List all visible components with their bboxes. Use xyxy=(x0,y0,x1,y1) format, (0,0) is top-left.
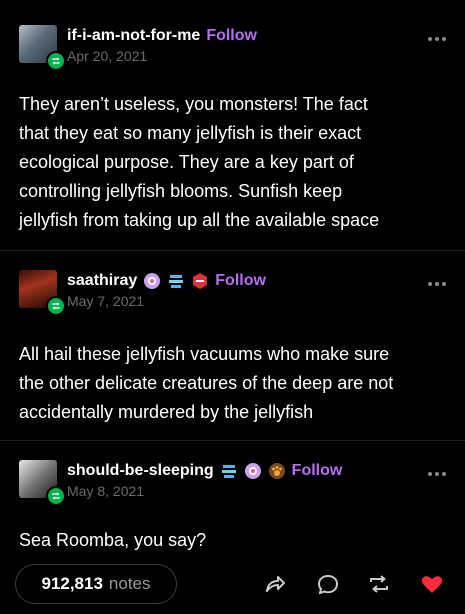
more-options-icon[interactable] xyxy=(428,37,446,41)
post-header: if-i-am-not-for-me Follow Apr 20, 2021 xyxy=(0,25,465,73)
text-line: that they eat so many jellyfish is their… xyxy=(19,123,362,143)
like-heart-icon[interactable] xyxy=(419,571,445,597)
text-line: All hail these jellyfish vacuums who mak… xyxy=(19,344,390,364)
divider xyxy=(0,440,465,441)
notes-button[interactable]: 912,813 notes xyxy=(15,564,177,604)
post-text: Sea Roomba, you say? xyxy=(19,526,439,555)
purple-flower-badge-icon[interactable] xyxy=(143,272,161,290)
text-line: accidentally murdered by the jellyfish xyxy=(19,402,314,422)
more-options-icon[interactable] xyxy=(428,282,446,286)
follow-button[interactable]: Follow xyxy=(215,272,266,290)
name-row: saathiray Follow xyxy=(67,270,266,292)
post-text: They aren’t useless, you monsters! The f… xyxy=(19,90,439,235)
post-date: Apr 20, 2021 xyxy=(67,48,148,64)
text-line: jellyfish from taking up all the availab… xyxy=(19,210,380,230)
post-1: if-i-am-not-for-me Follow Apr 20, 2021 T… xyxy=(0,25,465,230)
text-line: ecological purpose. They are a key part … xyxy=(19,152,354,172)
follow-button[interactable]: Follow xyxy=(292,462,343,480)
reblog-badge-icon xyxy=(46,296,66,316)
name-row: if-i-am-not-for-me Follow xyxy=(67,25,257,47)
text-line: controlling jellyfish blooms. Sunfish ke… xyxy=(19,181,343,201)
post-2: saathiray Follow May 7, 2021 All hail th… xyxy=(0,270,465,422)
post-text: All hail these jellyfish vacuums who mak… xyxy=(19,340,439,427)
blue-stack-badge-icon[interactable] xyxy=(167,272,185,290)
username[interactable]: saathiray xyxy=(67,272,137,290)
post-header: saathiray Follow May 7, 2021 xyxy=(0,270,465,318)
red-hexagon-badge-icon[interactable] xyxy=(191,272,209,290)
reblog-icon[interactable] xyxy=(366,571,392,597)
divider xyxy=(0,250,465,251)
notes-label: notes xyxy=(108,574,151,593)
name-row: should-be-sleeping Follow xyxy=(67,460,342,482)
share-icon[interactable] xyxy=(262,571,288,597)
more-options-icon[interactable] xyxy=(428,472,446,476)
post-footer: 912,813 notes xyxy=(0,562,465,606)
text-line: Sea Roomba, you say? xyxy=(19,530,207,550)
post-header: should-be-sleeping Follow May 8, 2021 xyxy=(0,460,465,508)
post-date: May 8, 2021 xyxy=(67,483,145,499)
notes-count: 912,813 xyxy=(41,574,103,593)
orange-paw-badge-icon[interactable] xyxy=(268,462,286,480)
reply-icon[interactable] xyxy=(315,571,341,597)
username[interactable]: if-i-am-not-for-me xyxy=(67,27,200,45)
blue-stack-badge-icon[interactable] xyxy=(220,462,238,480)
username[interactable]: should-be-sleeping xyxy=(67,462,214,480)
follow-button[interactable]: Follow xyxy=(206,27,257,45)
text-line: They aren’t useless, you monsters! The f… xyxy=(19,94,368,114)
reblog-badge-icon xyxy=(46,486,66,506)
purple-flower-badge-icon[interactable] xyxy=(244,462,262,480)
post-3: should-be-sleeping Follow May 8, 2021 Se… xyxy=(0,460,465,550)
reblog-badge-icon xyxy=(46,51,66,71)
text-line: the other delicate creatures of the deep… xyxy=(19,373,394,393)
post-date: May 7, 2021 xyxy=(67,293,145,309)
